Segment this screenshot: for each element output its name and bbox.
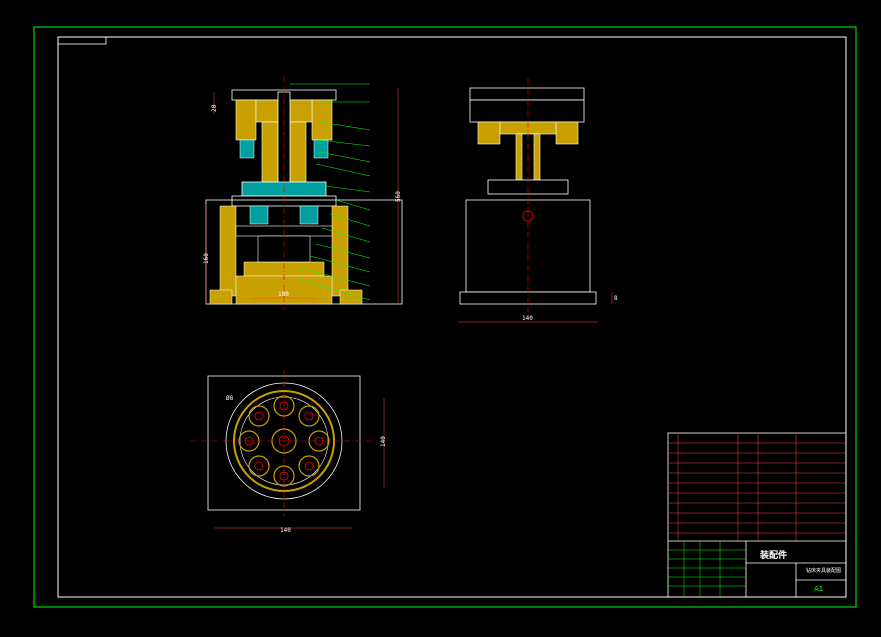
dim-side-bottom: 140 bbox=[522, 315, 533, 322]
dim-plan-hole: Ø8 bbox=[226, 395, 234, 402]
dim-front-left: 160 bbox=[203, 253, 210, 264]
cad-drawing-sheet: 20 560 160 180 140 8 140 140 Ø8 装配件 钻床夹具… bbox=[0, 0, 881, 637]
corner-tag bbox=[57, 36, 107, 45]
dim-side-right: 8 bbox=[614, 295, 618, 302]
title-drawing-name: 钻床夹具装配图 bbox=[806, 567, 841, 574]
plan-view: 140 140 Ø8 bbox=[190, 370, 387, 534]
front-section-view: 20 560 160 180 bbox=[203, 76, 403, 310]
outer-frame bbox=[33, 26, 857, 608]
title-part-name: 装配件 bbox=[759, 549, 787, 561]
side-view: 140 8 bbox=[458, 78, 618, 323]
dim-front-right: 560 bbox=[395, 191, 402, 202]
title-sheet-size: A1 bbox=[814, 585, 823, 593]
dim-plan-right: 140 bbox=[380, 436, 387, 447]
drawing-svg: 20 560 160 180 140 8 140 140 Ø8 装配件 钻床夹具… bbox=[33, 26, 857, 608]
dim-plan-bottom: 140 bbox=[280, 527, 291, 534]
title-block: 装配件 钻床夹具装配图 A1 bbox=[667, 432, 847, 598]
dim-front-top: 20 bbox=[211, 104, 218, 112]
dim-front-bottom: 180 bbox=[278, 291, 289, 298]
